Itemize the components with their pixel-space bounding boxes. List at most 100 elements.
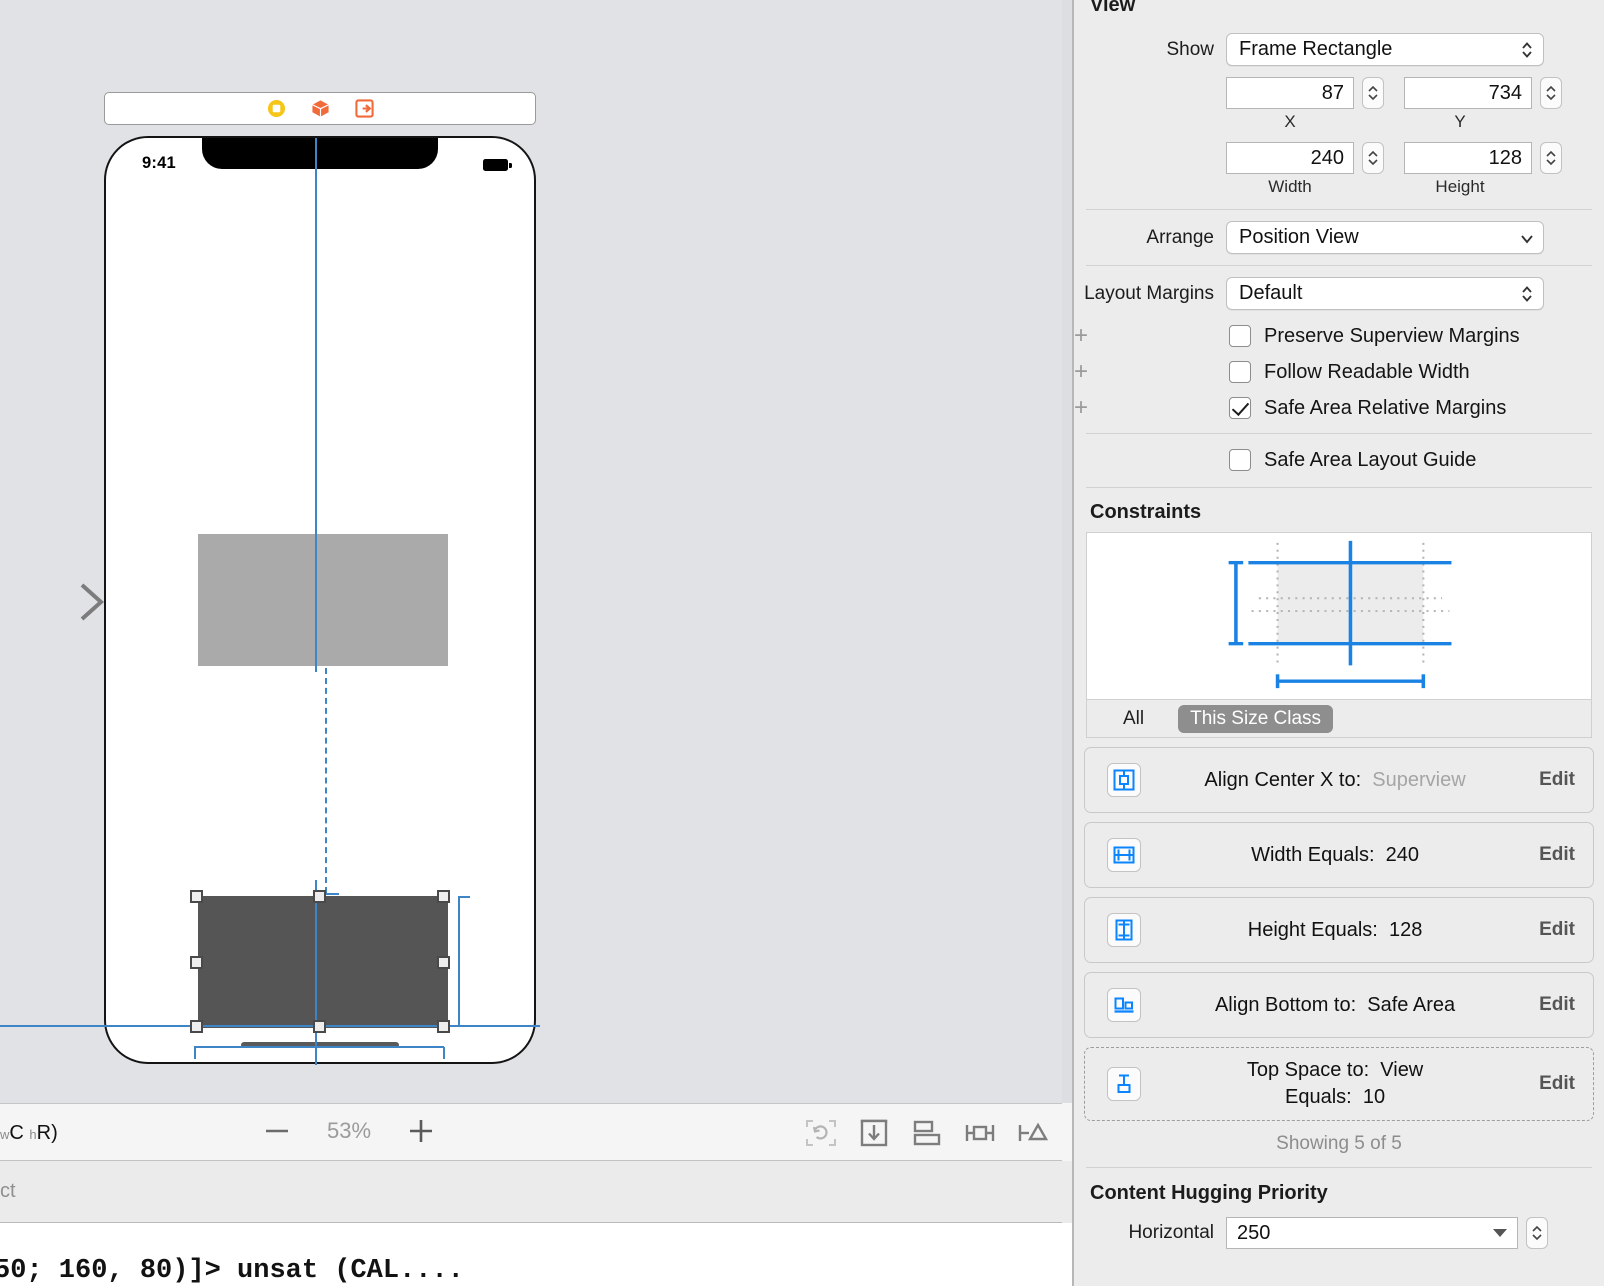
horizontal-label: Horizontal	[1128, 1222, 1214, 1243]
align-icon[interactable]	[910, 1117, 944, 1149]
edit-button-0[interactable]: Edit	[1539, 769, 1575, 791]
canvas-filter-bar[interactable]: ct	[0, 1161, 1062, 1223]
constraint-row-align-bottom[interactable]: Align Bottom to: Safe Area Edit	[1084, 972, 1594, 1038]
size-inspector-panel[interactable]: View Show Frame Rectangle 87 734 X Y 240…	[1062, 0, 1604, 1286]
follow-readable-width-checkbox[interactable]	[1229, 361, 1251, 383]
width-field[interactable]: 240	[1226, 142, 1354, 174]
constraint-key-4: Top Space to:	[1246, 1059, 1370, 1081]
resize-handle-middle-right[interactable]	[436, 955, 450, 969]
width-cap-left	[194, 1047, 196, 1059]
x-stepper[interactable]	[1362, 77, 1384, 109]
follow-readable-width-row[interactable]: + Follow Readable Width	[1074, 355, 1604, 389]
segment-this-size-class[interactable]: This Size Class	[1178, 704, 1334, 733]
width-caption: Width	[1268, 177, 1312, 196]
height-caption: Height	[1435, 177, 1485, 196]
layout-margins-row[interactable]: Layout Margins Default	[1074, 277, 1604, 310]
constraint-text-top-space: Top Space to: View Equals: 10	[1141, 1059, 1539, 1109]
resize-handle-bottom-center[interactable]	[312, 1019, 326, 1033]
x-field[interactable]: 87	[1226, 77, 1354, 109]
add-variation-button-3[interactable]: +	[1074, 396, 1094, 420]
preserve-superview-margins-label: Preserve Superview Margins	[1264, 324, 1520, 347]
preserve-superview-margins-row[interactable]: + Preserve Superview Margins	[1074, 319, 1604, 353]
resize-handle-top-center[interactable]	[312, 889, 326, 903]
height-icon	[1107, 913, 1141, 947]
canvas-bottom-toolbar[interactable]: wC hR) 53%	[0, 1103, 1062, 1161]
resize-handle-middle-left[interactable]	[189, 955, 203, 969]
edit-button-4[interactable]: Edit	[1539, 1073, 1575, 1095]
interface-builder-tools[interactable]	[804, 1117, 1050, 1149]
layout-margins-popup-button[interactable]: Default	[1226, 277, 1544, 310]
y-caption: Y	[1454, 112, 1466, 131]
edit-button-2[interactable]: Edit	[1539, 919, 1575, 941]
safe-area-layout-guide-checkbox[interactable]	[1229, 449, 1251, 471]
scene-dock-bar[interactable]	[104, 92, 536, 125]
width-stepper[interactable]	[1362, 142, 1384, 174]
constraints-diagram[interactable]	[1086, 532, 1592, 700]
horizontal-priority-stepper[interactable]	[1526, 1217, 1548, 1249]
constraint-text-width-equals: Width Equals: 240	[1141, 844, 1539, 867]
edit-button-1[interactable]: Edit	[1539, 844, 1575, 866]
light-gray-view[interactable]	[198, 534, 448, 666]
storyboard-entry-point-arrow	[0, 583, 104, 621]
layout-margins-label: Layout Margins	[1084, 282, 1214, 304]
safe-area-relative-margins-label: Safe Area Relative Margins	[1264, 396, 1507, 419]
console-output-area[interactable]: 50; 160, 80)]> unsat (CAL....	[0, 1223, 1062, 1286]
exit-icon[interactable]	[354, 99, 374, 118]
preserve-superview-margins-checkbox[interactable]	[1229, 325, 1251, 347]
zoom-out-button[interactable]	[262, 1116, 292, 1146]
xy-row[interactable]: 87 734	[1074, 77, 1604, 109]
resize-handle-top-right[interactable]	[436, 889, 450, 903]
edit-button-3[interactable]: Edit	[1539, 994, 1575, 1016]
horizontal-priority-dropdown[interactable]: 250	[1226, 1217, 1518, 1249]
size-class-indicator[interactable]: wC hR)	[0, 1122, 58, 1145]
width-cap-right	[443, 1047, 445, 1059]
segment-all[interactable]: All	[1111, 705, 1156, 733]
arrange-popup-button[interactable]: Position View	[1226, 221, 1544, 254]
content-hugging-horizontal-row[interactable]: Horizontal 250	[1074, 1217, 1604, 1249]
resolve-auto-layout-issues-icon[interactable]	[1016, 1117, 1050, 1149]
constraint-key-3: Align Bottom to:	[1214, 993, 1357, 1016]
resize-handle-bottom-left[interactable]	[189, 1019, 203, 1033]
arrange-row[interactable]: Arrange Position View	[1074, 221, 1604, 254]
dark-gray-view-selected[interactable]	[198, 896, 448, 1028]
filter-placeholder-text: ct	[0, 1180, 16, 1202]
device-notch	[202, 138, 438, 169]
show-row[interactable]: Show Frame Rectangle	[1074, 33, 1604, 66]
constraint-value-4: View	[1380, 1059, 1424, 1081]
height-stepper[interactable]	[1540, 142, 1562, 174]
view-section-title: View	[1090, 0, 1136, 16]
add-new-constraints-icon[interactable]	[963, 1117, 997, 1149]
inspector-gutter-console	[1062, 1223, 1072, 1286]
constraint-row-height-equals[interactable]: Height Equals: 128 Edit	[1084, 897, 1594, 963]
size-class-h: R	[36, 1122, 52, 1144]
storyboard-canvas[interactable]: 9:41	[0, 0, 1062, 1103]
zoom-controls[interactable]: 53%	[262, 1116, 436, 1146]
wh-row[interactable]: 240 128	[1074, 142, 1604, 174]
center-x-guide-lower	[315, 880, 317, 1065]
y-stepper[interactable]	[1540, 77, 1562, 109]
constraint-row-top-space[interactable]: Top Space to: View Equals: 10 Edit	[1084, 1047, 1594, 1121]
add-variation-button-2[interactable]: +	[1074, 360, 1094, 384]
show-popup-button[interactable]: Frame Rectangle	[1226, 33, 1544, 66]
y-field[interactable]: 734	[1404, 77, 1532, 109]
view-controller-icon[interactable]	[267, 99, 286, 118]
constraint-row-align-center-x[interactable]: Align Center X to: Superview Edit	[1084, 747, 1594, 813]
constraint-row-width-equals[interactable]: Width Equals: 240 Edit	[1084, 822, 1594, 888]
resize-handle-top-left[interactable]	[189, 889, 203, 903]
update-frames-icon[interactable]	[804, 1117, 838, 1149]
resize-handle-bottom-right[interactable]	[436, 1019, 450, 1033]
height-field[interactable]: 128	[1404, 142, 1532, 174]
safe-area-layout-guide-row[interactable]: Safe Area Layout Guide	[1074, 443, 1604, 477]
safe-area-relative-margins-checkbox[interactable]	[1229, 397, 1251, 419]
safe-area-relative-margins-row[interactable]: + Safe Area Relative Margins	[1074, 391, 1604, 425]
zoom-level-value[interactable]: 53%	[318, 1118, 380, 1144]
align-bottom-icon	[1107, 988, 1141, 1022]
top-space-dashed-guide	[325, 668, 327, 893]
x-caption: X	[1284, 112, 1296, 131]
first-responder-icon[interactable]	[311, 99, 330, 118]
embed-in-icon[interactable]	[857, 1117, 891, 1149]
device-frame[interactable]: 9:41	[104, 136, 536, 1064]
zoom-in-button[interactable]	[406, 1116, 436, 1146]
size-class-segmented-control[interactable]: All This Size Class	[1086, 700, 1592, 738]
add-variation-button-1[interactable]: +	[1074, 324, 1094, 348]
